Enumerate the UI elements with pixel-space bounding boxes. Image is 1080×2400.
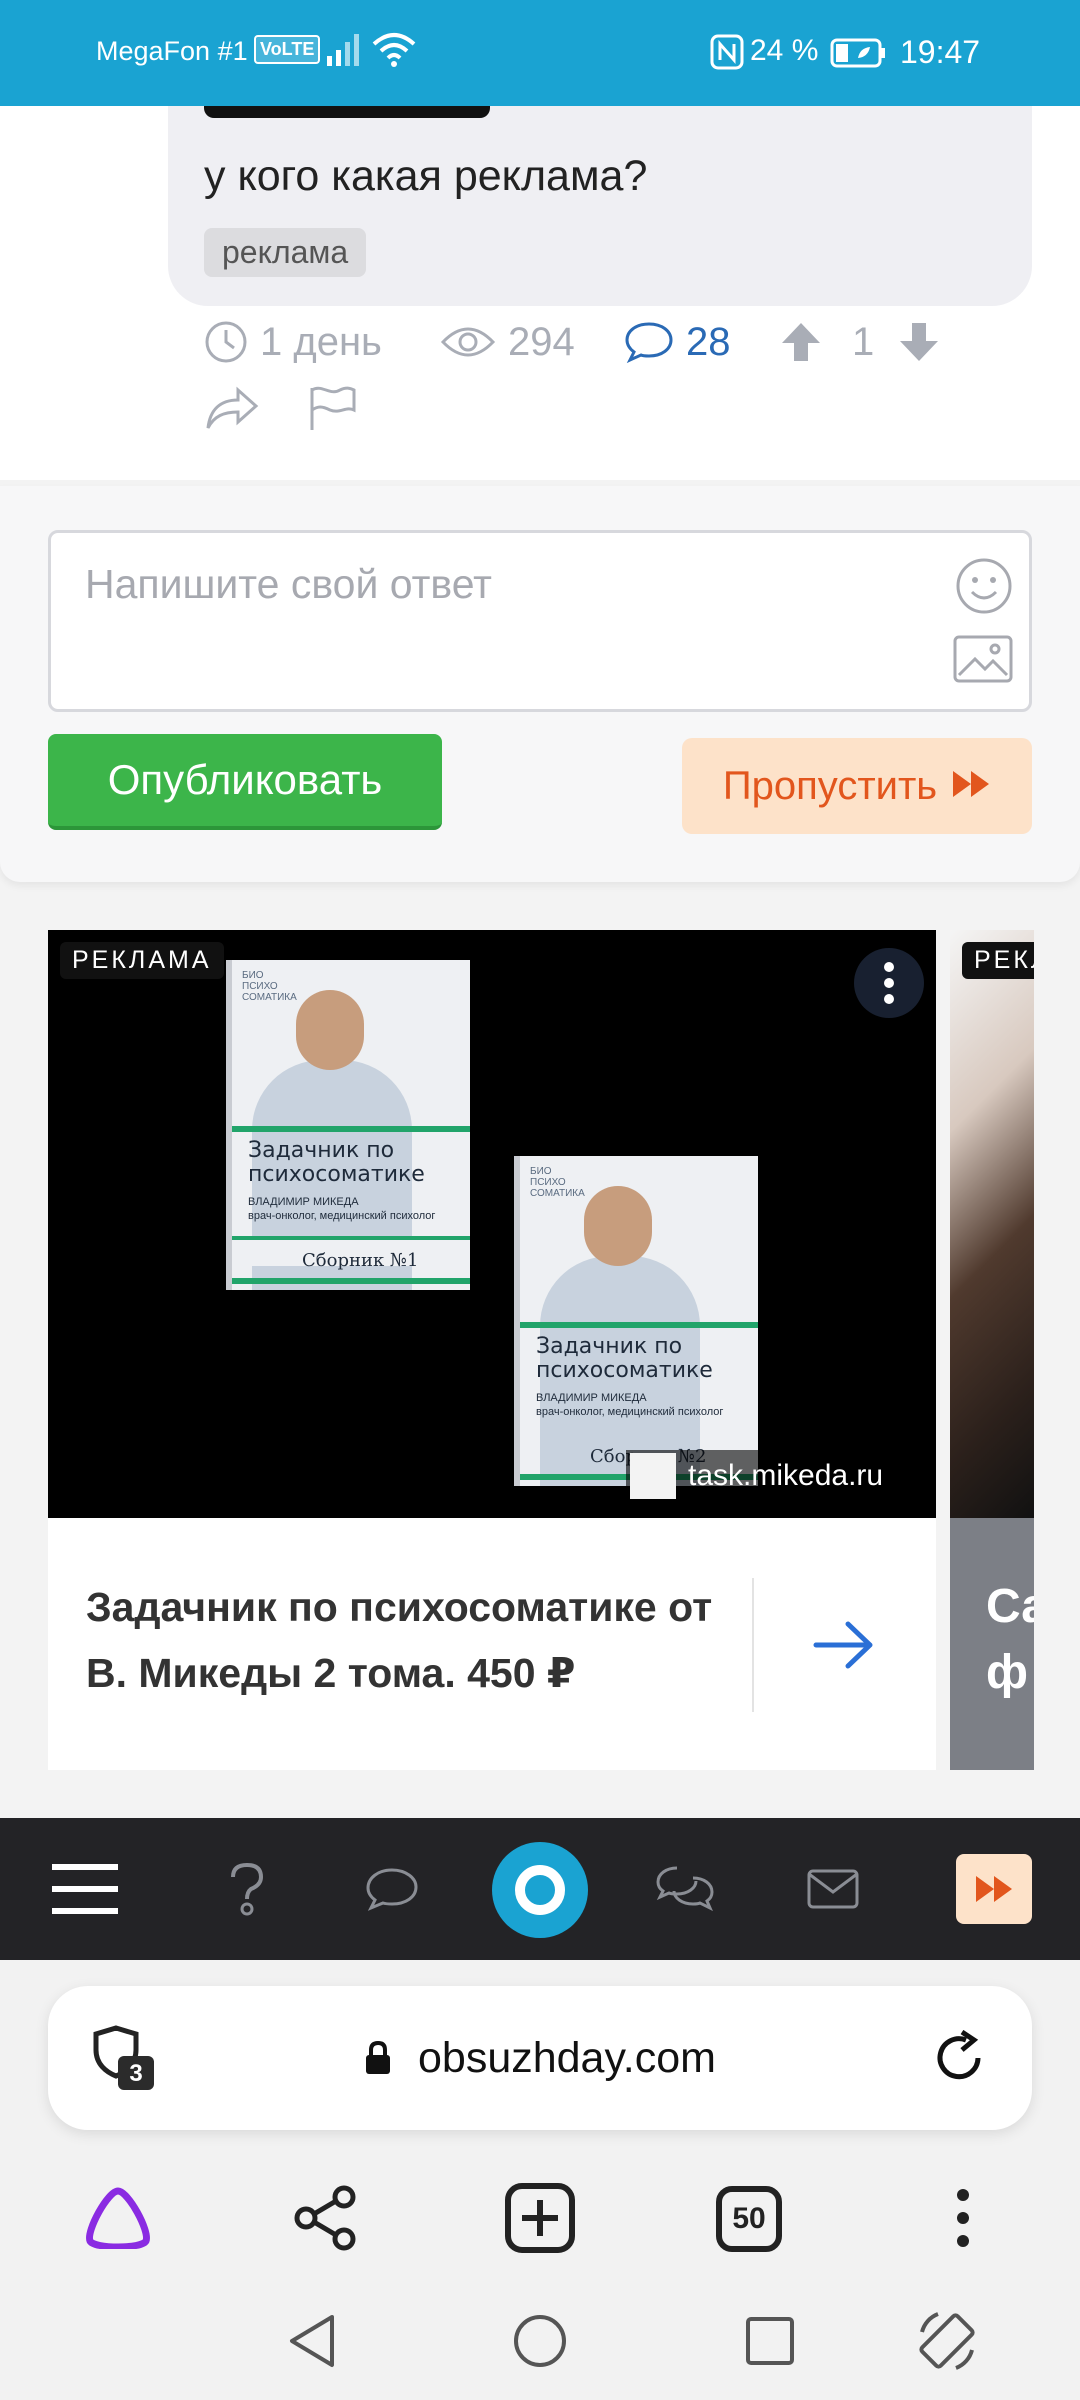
reply-placeholder: Напишите свой ответ [85,561,492,607]
ad-image-next[interactable] [950,930,1034,1518]
skip-label: Пропустить [722,763,938,808]
carrier-name: MegaFon #1 [96,36,248,66]
ad-label: РЕКЛАМА [60,942,224,979]
signal-icon [325,32,363,73]
clock: 19:47 [900,34,981,70]
post-comments[interactable]: 28 [624,320,731,364]
reply-input[interactable]: Напишите свой ответ [48,530,1032,712]
post-image[interactable] [204,106,490,118]
back-icon[interactable] [284,2296,340,2386]
discussions-icon[interactable] [654,1818,716,1960]
upvote-icon[interactable] [780,321,822,363]
volte-badge: VoLTE [254,35,321,64]
fast-forward-icon [976,1876,1012,1902]
book-cover-1: БИО ПСИХО СОМАТИКА Задачник по психосома… [226,960,470,1290]
age-text: 1 день [260,319,382,364]
comment-icon [624,320,674,364]
book-cover-2: БИО ПСИХО СОМАТИКА Задачник по психосома… [514,1156,758,1486]
book-title-2: психосоматике [248,1162,425,1187]
arrow-right-icon[interactable] [812,1620,876,1675]
ad-headline[interactable]: Задачник по психосоматике от В. Микеды 2… [86,1574,726,1706]
reload-icon[interactable] [934,2029,986,2089]
wifi-icon [372,32,416,73]
brain-logo-icon [630,1453,676,1499]
book-logo: БИО ПСИХО СОМАТИКА [242,970,297,1003]
book-title-1: Задачник по [536,1334,683,1359]
book-author: ВЛАДИМИР МИКЕДА [536,1392,647,1404]
book-author: ВЛАДИМИР МИКЕДА [248,1196,359,1208]
votes-count: 1 [852,319,875,364]
alice-assistant-icon[interactable] [82,2168,154,2268]
ad-image[interactable]: РЕКЛАМА БИО ПСИХО СОМАТИКА Задачник по п… [48,930,936,1518]
post-age: 1 день [204,320,382,364]
menu-icon[interactable] [52,1818,118,1960]
chat-icon[interactable] [364,1818,420,1960]
upvote-group: 1 [780,320,874,364]
ad-divider [752,1578,754,1712]
url-display[interactable]: obsuzhday.com [48,2034,1032,2087]
site-bottom-nav [0,1818,1080,1960]
ad-label-next: РЕКЛ [962,942,1034,979]
skip-button[interactable]: Пропустить [682,738,1032,834]
tabs-count-button[interactable]: 50 [716,2186,782,2252]
battery-percent: 24 % [750,34,819,67]
eye-icon [440,324,496,360]
downvote-button[interactable] [898,320,940,364]
clock-icon [204,320,248,364]
reply-section: Напишите свой ответ Опубликовать Пропуст… [0,486,1080,882]
question-text: у кого какая реклама? [204,152,648,200]
battery-icon [830,38,888,73]
emoji-icon[interactable] [955,557,1013,620]
share-icon[interactable] [290,2168,360,2268]
more-menu-icon[interactable] [950,2168,976,2268]
post-views: 294 [440,320,575,364]
home-logo-button[interactable] [492,1842,588,1938]
question-bubble[interactable]: у кого какая реклама? реклама [168,106,1032,306]
domain-text: task.mikeda.ru [688,1459,884,1492]
flag-icon[interactable] [306,384,358,437]
book-author-sub: врач-онколог, медицинский психолог [248,1210,436,1222]
views-count: 294 [508,319,575,364]
more-vertical-icon [884,962,894,1004]
comments-count: 28 [686,319,731,364]
address-bar[interactable]: 3 obsuzhday.com [48,1986,1032,2130]
ad-card-next[interactable]: РЕКЛ Са ф [950,930,1034,1770]
question-icon[interactable] [222,1818,272,1960]
book-title-1: Задачник по [248,1138,395,1163]
lock-icon [364,2038,392,2087]
book-series: Сборник №1 [302,1250,419,1271]
browser-toolbar: 50 [0,2168,1080,2268]
status-bar: MegaFon #1 VoLTE 24 % 19:47 [0,0,1080,106]
post-card: у кого какая реклама? реклама 1 день 294… [0,106,1080,480]
tag-chip[interactable]: реклама [204,228,367,277]
publish-button[interactable]: Опубликовать [48,734,442,830]
home-icon[interactable] [512,2296,568,2386]
rotate-screen-icon[interactable] [912,2296,982,2386]
book-author-sub: врач-онколог, медицинский психолог [536,1406,724,1418]
url-text: obsuzhday.com [417,2034,716,2082]
ad-headline-next: Са ф [986,1580,1034,1699]
book-person-head [296,990,364,1070]
ad-menu-button[interactable] [854,948,924,1018]
mail-icon[interactable] [806,1818,860,1960]
new-tab-icon[interactable] [504,2168,576,2268]
ad-domain[interactable]: task.mikeda.ru [626,1450,900,1502]
fast-forward-icon [951,764,991,809]
image-attach-icon[interactable] [953,635,1013,688]
downvote-icon [898,321,940,363]
recents-icon[interactable] [744,2296,796,2386]
ad-card[interactable]: РЕКЛАМА БИО ПСИХО СОМАТИКА Задачник по п… [48,930,936,1770]
nav-skip-button[interactable] [956,1854,1032,1924]
book-logo: БИО ПСИХО СОМАТИКА [530,1166,585,1199]
book-title-2: психосоматике [536,1358,713,1383]
share-icon[interactable] [204,386,260,437]
nfc-icon [710,34,744,75]
book-person-head [584,1186,652,1266]
